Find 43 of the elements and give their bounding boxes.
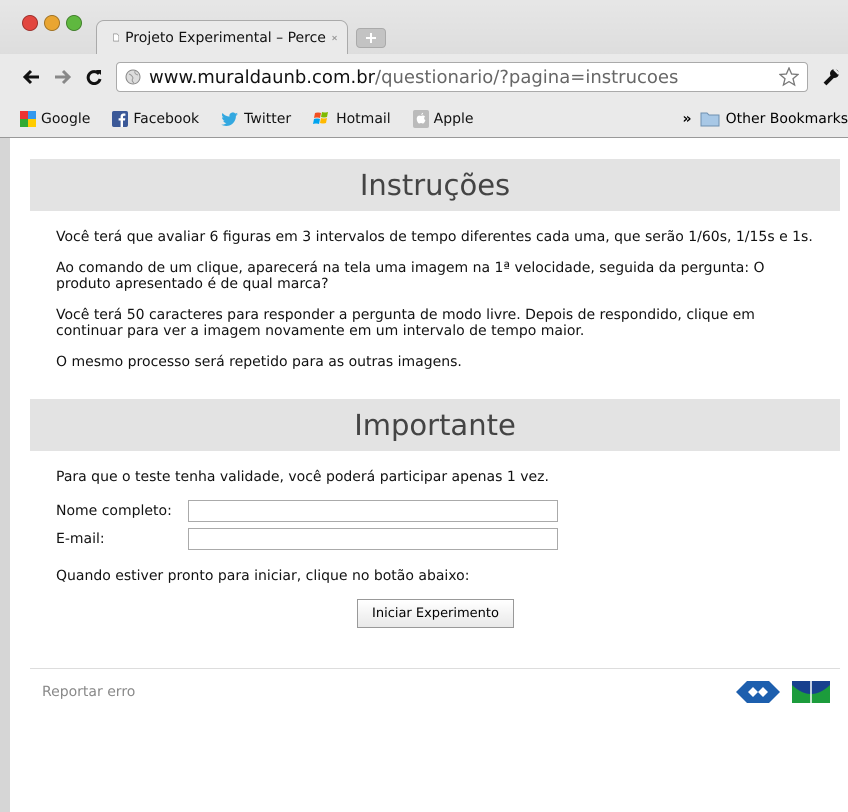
section-heading: Instruções (30, 159, 840, 211)
active-tab[interactable]: Projeto Experimental – Perce (96, 20, 348, 54)
logo-icon (736, 681, 780, 703)
logo-icon (792, 681, 830, 703)
plus-icon (366, 33, 376, 43)
field-label: Nome completo: (56, 503, 173, 519)
folder-icon (700, 110, 720, 126)
field-label: E-mail: (56, 531, 106, 547)
minimize-window-button[interactable] (44, 15, 60, 31)
report-error-link[interactable]: Reportar erro (42, 684, 136, 700)
start-button[interactable]: Iniciar Experimento (357, 599, 514, 628)
reload-icon[interactable] (86, 69, 102, 85)
bookmarks-overflow-button[interactable]: » (682, 110, 692, 126)
bookmark-folder[interactable]: Other Bookmarks (700, 110, 848, 126)
apple-icon (412, 110, 429, 128)
bookmark-link[interactable]: Twitter (221, 110, 292, 128)
bookmark-link[interactable]: Apple (412, 110, 474, 128)
input-field[interactable] (188, 500, 558, 522)
tab-title: Projeto Experimental – Perce (125, 30, 326, 46)
paragraph: Você terá que avaliar 6 figuras em 3 intervalos de tempo diferentes cada uma, que serão 1/60s, 1/15s e 1s. (56, 229, 814, 245)
wrench-icon[interactable] (822, 68, 840, 86)
paragraph: O mesmo processo será repetido para as outras imagens. (56, 354, 463, 370)
close-tab-icon[interactable] (332, 32, 337, 42)
facebook-icon (112, 110, 128, 126)
globe-icon (125, 69, 141, 85)
back-icon[interactable] (22, 69, 40, 85)
bookmark-link[interactable]: Google (20, 110, 90, 128)
section-heading: Importante (30, 399, 840, 451)
new-tab-button[interactable] (356, 28, 386, 48)
address-bar[interactable]: www.muraldaunb.com.br/questionario/?pagina=instrucoes (116, 62, 808, 92)
bird-icon (221, 112, 240, 126)
close-window-button[interactable] (22, 15, 38, 31)
bookmark-link[interactable]: Facebook (112, 110, 200, 128)
forward-icon[interactable] (54, 69, 72, 85)
paragraph: Para que o teste tenha validade, você poderá participar apenas 1 vez. (56, 469, 550, 485)
input-field[interactable] (188, 528, 558, 550)
zoom-window-button[interactable] (66, 15, 82, 31)
star-icon[interactable] (779, 67, 799, 87)
paragraph: Quando estiver pronto para iniciar, clique no botão abaixo: (56, 568, 470, 584)
paragraph: Você terá 50 caracteres para responder a pergunta de modo livre. Depois de respondido, clique em continuar para ver a imagem novamente em um intervalo de tempo maior. (56, 307, 756, 339)
paragraph: Ao comando de um clique, aparecerá na tela uma imagem na 1ª velocidade, seguida da pergunta: O produto apresentado é de qual marca? (56, 260, 766, 292)
google-icon (20, 110, 36, 126)
bookmark-link[interactable]: Hotmail (313, 110, 391, 128)
